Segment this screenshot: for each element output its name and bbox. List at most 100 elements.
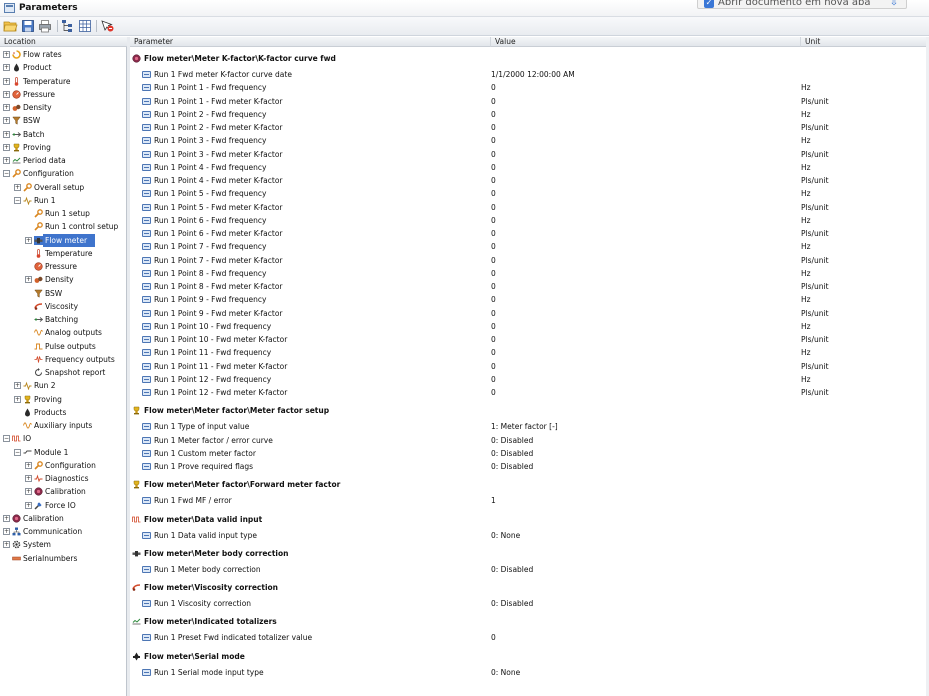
parameter-row[interactable]: Run 1 Viscosity correction 0: Disabled (130, 597, 929, 610)
parameter-value[interactable]: 0: Disabled (491, 434, 533, 447)
location-column-header[interactable]: Location (0, 37, 127, 47)
parameter-value[interactable]: 0 (491, 280, 496, 293)
parameter-value[interactable]: 0 (491, 346, 496, 359)
parameter-row[interactable]: Run 1 Point 7 - Fwd frequency 0 Hz (130, 240, 929, 253)
expand-icon[interactable]: + (3, 77, 10, 85)
parameter-row[interactable]: Run 1 Point 4 - Fwd meter K-factor 0 Pls/u… (130, 174, 929, 187)
open-in-new-tab-label[interactable]: Abrir documento em nova aba (718, 0, 870, 8)
parameter-row[interactable]: Run 1 Type of input value 1: Meter factor… (130, 420, 929, 433)
parameter-row[interactable]: Run 1 Point 12 - Fwd frequency 0 Hz (130, 373, 929, 386)
parameter-value[interactable]: 0 (491, 386, 496, 399)
parameter-value[interactable]: 1 (491, 494, 496, 507)
expand-icon[interactable]: + (3, 130, 10, 138)
parameter-value[interactable]: 1/1/2000 12:00:00 AM (491, 68, 575, 81)
parameter-row[interactable]: Run 1 Point 7 - Fwd meter K-factor 0 Pls/u… (130, 254, 929, 267)
save-icon[interactable] (21, 19, 36, 33)
parameter-row[interactable]: Run 1 Point 1 - Fwd meter K-factor 0 Pls/u… (130, 95, 929, 108)
collapse-icon[interactable]: − (14, 448, 21, 456)
parameter-row[interactable]: Run 1 Point 12 - Fwd meter K-factor 0 Pls/… (130, 386, 929, 399)
parameter-row[interactable]: Run 1 Point 8 - Fwd meter K-factor 0 Pls/u… (130, 280, 929, 293)
parameter-row[interactable]: Run 1 Point 10 - Fwd meter K-factor 0 Pls/… (130, 333, 929, 346)
collapse-icon[interactable]: − (14, 196, 21, 204)
parameter-value[interactable]: 0 (491, 240, 496, 253)
parameter-row[interactable]: Run 1 Point 4 - Fwd frequency 0 Hz (130, 161, 929, 174)
expand-icon[interactable]: + (25, 461, 32, 469)
parameter-row[interactable]: Run 1 Point 11 - Fwd frequency 0 Hz (130, 346, 929, 359)
parameter-value[interactable]: 0 (491, 293, 496, 306)
parameter-value[interactable]: 0 (491, 81, 496, 94)
parameter-value[interactable]: 0 (491, 108, 496, 121)
parameter-row[interactable]: Run 1 Point 1 - Fwd frequency 0 Hz (130, 81, 929, 94)
expand-icon[interactable]: + (14, 395, 21, 403)
parameter-row[interactable]: Run 1 Point 9 - Fwd meter K-factor 0 Pls/u… (130, 307, 929, 320)
undo-icon[interactable] (100, 19, 115, 33)
checkbox-checked-icon[interactable]: ✓ (704, 0, 714, 8)
value-column-header[interactable]: Value (491, 37, 801, 47)
parameter-row[interactable]: Run 1 Custom meter factor 0: Disabled (130, 447, 929, 460)
parameter-value[interactable]: 0 (491, 201, 496, 214)
parameter-row[interactable]: Run 1 Fwd meter K-factor curve date 1/1/2… (130, 68, 929, 81)
expand-icon[interactable]: + (25, 488, 32, 496)
tree-view-icon[interactable] (61, 19, 76, 33)
parameter-value[interactable]: 0 (491, 214, 496, 227)
parameter-value[interactable]: 0: None (491, 666, 520, 679)
parameter-grid[interactable]: Flow meter\Meter K-factor\K-factor curve… (130, 47, 929, 696)
parameter-row[interactable]: Run 1 Point 11 - Fwd meter K-factor 0 Pls/… (130, 360, 929, 373)
expand-icon[interactable]: + (3, 514, 10, 522)
parameter-value[interactable]: 0 (491, 161, 496, 174)
parameter-row[interactable]: Run 1 Point 2 - Fwd meter K-factor 0 Pls/u… (130, 121, 929, 134)
parameter-row[interactable]: Run 1 Point 6 - Fwd meter K-factor 0 Pls/u… (130, 227, 929, 240)
expand-icon[interactable]: + (3, 541, 10, 549)
parameter-value[interactable]: 0 (491, 121, 496, 134)
collapse-icon[interactable]: − (3, 435, 10, 443)
parameter-column-header[interactable]: Parameter (130, 37, 491, 47)
parameter-value[interactable]: 0 (491, 360, 496, 373)
parameter-value[interactable]: 0 (491, 307, 496, 320)
expand-icon[interactable]: + (3, 51, 10, 58)
parameter-row[interactable]: Run 1 Point 3 - Fwd meter K-factor 0 Pls/u… (130, 148, 929, 161)
expand-icon[interactable]: + (3, 528, 10, 535)
parameter-row[interactable]: Run 1 Point 8 - Fwd frequency 0 Hz (130, 267, 929, 280)
parameter-value[interactable]: 0 (491, 254, 496, 267)
unit-column-header[interactable]: Unit (801, 37, 926, 47)
parameter-row[interactable]: Run 1 Point 9 - Fwd frequency 0 Hz (130, 293, 929, 306)
parameter-row[interactable]: Run 1 Preset Fwd indicated totalizer val… (130, 631, 929, 644)
parameter-value[interactable]: 0 (491, 174, 496, 187)
parameter-row[interactable]: Run 1 Meter body correction 0: Disabled (130, 563, 929, 576)
parameter-value[interactable]: 0: None (491, 529, 520, 542)
expand-icon[interactable]: + (3, 143, 10, 151)
expand-icon[interactable]: + (14, 382, 21, 390)
parameter-row[interactable]: Run 1 Serial mode input type 0: None (130, 666, 929, 679)
expand-icon[interactable]: + (3, 90, 10, 98)
parameter-value[interactable]: 0 (491, 631, 496, 644)
expand-icon[interactable]: + (25, 276, 32, 284)
expand-icon[interactable]: + (25, 236, 32, 244)
expand-icon[interactable]: + (3, 117, 10, 125)
parameter-value[interactable]: 0 (491, 187, 496, 200)
parameter-value[interactable]: 0 (491, 320, 496, 333)
parameter-value[interactable]: 1: Meter factor [-] (491, 420, 558, 433)
parameter-row[interactable]: Run 1 Point 6 - Fwd frequency 0 Hz (130, 214, 929, 227)
collapse-icon[interactable]: − (3, 170, 10, 178)
parameter-value[interactable]: 0: Disabled (491, 447, 533, 460)
parameter-value[interactable]: 0 (491, 333, 496, 346)
expand-icon[interactable]: + (25, 475, 32, 482)
download-icon[interactable]: ⇩ (887, 0, 901, 9)
location-tree[interactable]: + Flow rates + Product + Temperature + Pressure… (0, 47, 127, 696)
parameter-value[interactable]: 0: Disabled (491, 563, 533, 576)
parameter-row[interactable]: Run 1 Fwd MF / error 1 (130, 494, 929, 507)
parameter-value[interactable]: 0 (491, 373, 496, 386)
parameter-value[interactable]: 0 (491, 134, 496, 147)
parameter-row[interactable]: Run 1 Point 10 - Fwd frequency 0 Hz (130, 320, 929, 333)
parameter-value[interactable]: 0: Disabled (491, 597, 533, 610)
expand-icon[interactable]: + (14, 183, 21, 191)
parameter-value[interactable]: 0 (491, 267, 496, 280)
parameter-row[interactable]: Run 1 Data valid input type 0: None (130, 529, 929, 542)
parameter-value[interactable]: 0: Disabled (491, 460, 533, 473)
parameter-row[interactable]: Run 1 Point 2 - Fwd frequency 0 Hz (130, 108, 929, 121)
parameter-value[interactable]: 0 (491, 227, 496, 240)
print-icon[interactable] (38, 19, 53, 33)
expand-icon[interactable]: + (3, 157, 10, 164)
parameter-row[interactable]: Run 1 Prove required flags 0: Disabled (130, 460, 929, 473)
open-icon[interactable] (3, 19, 18, 33)
